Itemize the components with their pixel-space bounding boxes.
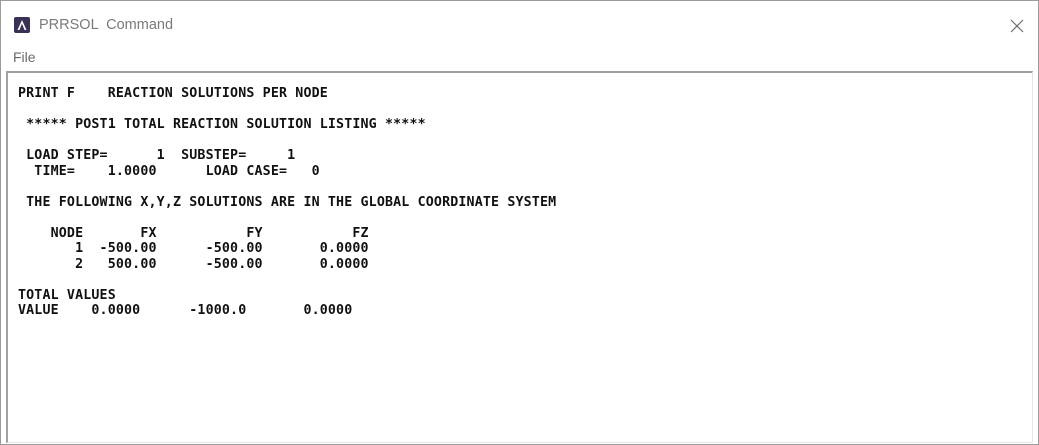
console-line: TOTAL VALUES xyxy=(18,287,116,303)
console-line: VALUE 0.0000 -1000.0 0.0000 xyxy=(18,303,353,318)
title-bar[interactable]: PRRSOL Command xyxy=(1,1,1038,45)
console-line: TIME= 1.0000 LOAD CASE= 0 xyxy=(18,163,320,179)
prrsol-command-window: PRRSOL Command File PRINT F REACTION SOL… xyxy=(0,0,1039,445)
close-icon xyxy=(1010,19,1024,33)
console-line: ***** POST1 TOTAL REACTION SOLUTION LIST… xyxy=(18,117,426,132)
console-line: 1 -500.00 -500.00 0.0000 xyxy=(18,241,369,256)
menu-bar: File xyxy=(1,45,1038,70)
window-title: PRRSOL Command xyxy=(39,17,174,33)
menu-file[interactable]: File xyxy=(13,49,36,66)
close-button[interactable] xyxy=(1006,15,1028,37)
console-line: LOAD STEP= 1 SUBSTEP= 1 xyxy=(18,148,296,163)
console-output-area[interactable]: PRINT F REACTION SOLUTIONS PER NODE ****… xyxy=(6,71,1033,443)
console-line: THE FOLLOWING X,Y,Z SOLUTIONS ARE IN THE… xyxy=(18,194,557,210)
console-line: NODE FX FY FZ xyxy=(18,225,369,241)
console-line: 2 500.00 -500.00 0.0000 xyxy=(18,256,369,272)
console-text: PRINT F REACTION SOLUTIONS PER NODE ****… xyxy=(18,86,556,319)
ansys-icon xyxy=(14,17,30,33)
console-line: PRINT F REACTION SOLUTIONS PER NODE xyxy=(18,86,328,101)
